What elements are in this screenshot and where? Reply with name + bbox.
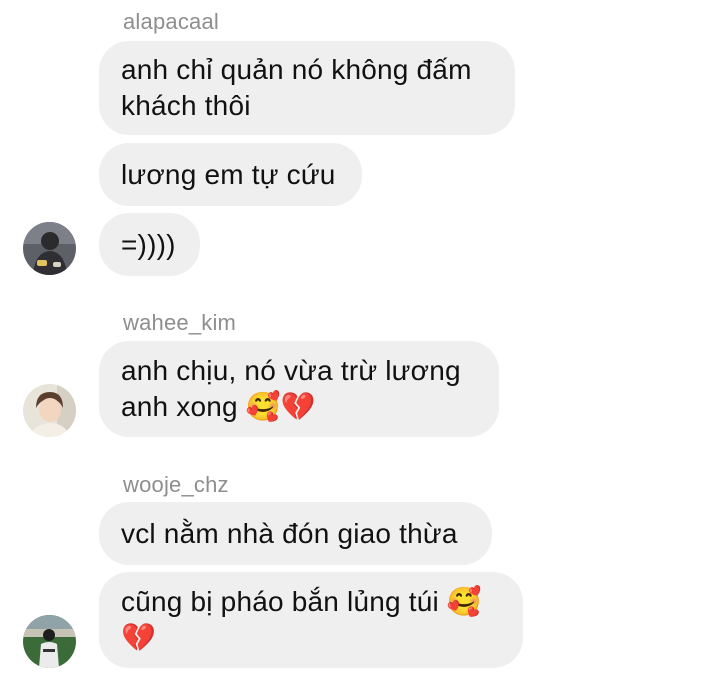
- message-bubble[interactable]: cũng bị pháo bắn lủng túi 🥰 💔: [99, 572, 523, 668]
- sender-name-alapacaal: alapacaal: [123, 9, 219, 34]
- avatar-photo-icon: [23, 222, 76, 275]
- avatar-wahee-kim[interactable]: [23, 384, 76, 437]
- avatar-alapacaal[interactable]: [23, 222, 76, 275]
- message-bubble[interactable]: vcl nằm nhà đón giao thừa: [99, 502, 492, 565]
- avatar-wooje-chz[interactable]: [23, 615, 76, 668]
- message-bubble[interactable]: lương em tự cứu: [99, 143, 362, 206]
- sender-name-wooje-chz: wooje_chz: [123, 472, 229, 497]
- message-bubble[interactable]: anh chỉ quản nó không đấm khách thôi: [99, 41, 515, 135]
- avatar-photo-icon: [23, 615, 76, 668]
- sender-name-wahee-kim: wahee_kim: [123, 310, 237, 335]
- message-bubble[interactable]: =)))): [99, 213, 200, 276]
- message-bubble[interactable]: anh chịu, nó vừa trừ lương anh xong 🥰💔: [99, 341, 499, 437]
- avatar-photo-icon: [23, 384, 76, 437]
